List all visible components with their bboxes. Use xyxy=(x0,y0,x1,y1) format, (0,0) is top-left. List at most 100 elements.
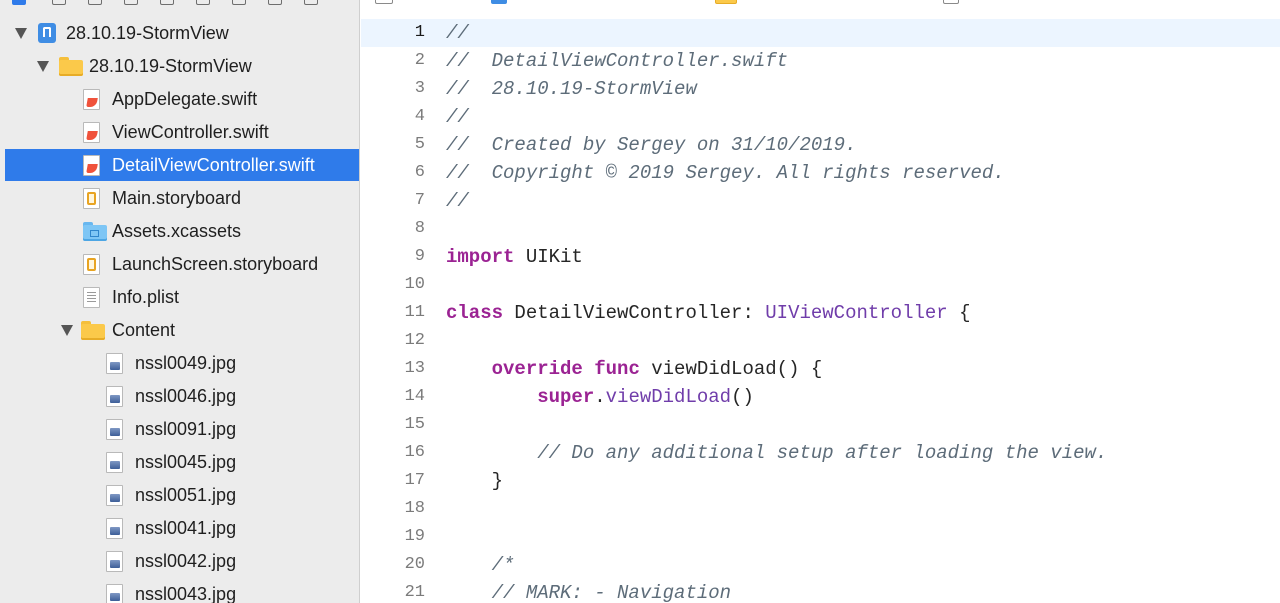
tree-row-image[interactable]: nssl0091.jpg xyxy=(5,413,359,445)
tree-row-label: nssl0042.jpg xyxy=(135,550,237,571)
line-number[interactable]: 7 xyxy=(361,187,425,215)
code-line[interactable]: 2 // DetailViewController.swift xyxy=(361,47,1280,75)
code-line[interactable]: 1 // xyxy=(361,19,1280,47)
line-number[interactable]: 13 xyxy=(361,355,425,383)
line-number[interactable]: 9 xyxy=(361,243,425,271)
tree-row-plist[interactable]: Info.plist xyxy=(5,281,359,313)
line-number[interactable]: 15 xyxy=(361,411,425,439)
line-number[interactable]: 6 xyxy=(361,159,425,187)
line-number[interactable]: 16 xyxy=(361,439,425,467)
code-text[interactable]: // xyxy=(446,187,469,215)
tree-row-label: nssl0043.jpg xyxy=(135,583,237,603)
code-line[interactable]: 18 xyxy=(361,495,1280,523)
disclosure-triangle-icon[interactable] xyxy=(61,325,73,336)
tree-row-storyboard[interactable]: LaunchScreen.storyboard xyxy=(5,248,359,280)
code-text[interactable]: // DetailViewController.swift xyxy=(446,47,788,75)
code-line[interactable]: 11 class DetailViewController: UIViewCont… xyxy=(361,299,1280,327)
code-text[interactable]: /* xyxy=(446,551,515,579)
test-tab-icon[interactable] xyxy=(196,0,210,5)
code-line[interactable]: 20 /* xyxy=(361,551,1280,579)
source-control-tab-icon[interactable] xyxy=(52,0,66,5)
source-editor[interactable]: 1 // 2 // DetailViewController.swift 3 // 28.… xyxy=(361,0,1280,603)
tree-row-image[interactable]: nssl0045.jpg xyxy=(5,446,359,478)
code-text[interactable]: import UIKit xyxy=(446,243,583,271)
tree-row-folder[interactable]: Content xyxy=(5,314,359,346)
code-text[interactable]: // xyxy=(446,19,469,47)
project-navigator-tab-icon[interactable] xyxy=(12,0,26,5)
code-line[interactable]: 9 import UIKit xyxy=(361,243,1280,271)
code-line[interactable]: 4 // xyxy=(361,103,1280,131)
symbol-tab-icon[interactable] xyxy=(88,0,102,5)
line-number[interactable]: 20 xyxy=(361,551,425,579)
code-line[interactable]: 17 } xyxy=(361,467,1280,495)
issue-tab-icon[interactable] xyxy=(160,0,174,5)
line-number[interactable]: 18 xyxy=(361,495,425,523)
code-text[interactable]: class DetailViewController: UIViewContro… xyxy=(446,299,971,327)
code-text[interactable]: } xyxy=(446,467,503,495)
tree-row-image[interactable]: nssl0049.jpg xyxy=(5,347,359,379)
code-token-comment: // DetailViewController.swift xyxy=(446,50,789,72)
tree-row-folder[interactable]: 28.10.19-StormView xyxy=(5,50,359,82)
code-text[interactable]: // MARK: - Navigation xyxy=(446,579,731,603)
line-number[interactable]: 21 xyxy=(361,579,425,603)
tree-row-swift[interactable]: AppDelegate.swift xyxy=(5,83,359,115)
line-number[interactable]: 1 xyxy=(361,19,425,47)
code-text[interactable]: super.viewDidLoad() xyxy=(446,383,754,411)
code-area[interactable]: 1 // 2 // DetailViewController.swift 3 // 28.… xyxy=(361,14,1280,603)
code-text[interactable]: // xyxy=(446,103,469,131)
line-number[interactable]: 14 xyxy=(361,383,425,411)
code-line[interactable]: 7 // xyxy=(361,187,1280,215)
disclosure-triangle-icon[interactable] xyxy=(15,28,27,39)
tree-row-swift[interactable]: DetailViewController.swift xyxy=(5,149,359,181)
report-tab-icon[interactable] xyxy=(304,0,318,5)
code-line[interactable]: 16 // Do any additional setup after load… xyxy=(361,439,1280,467)
project-icon[interactable] xyxy=(491,0,507,4)
line-number[interactable]: 8 xyxy=(361,215,425,243)
code-text[interactable]: override func viewDidLoad() { xyxy=(446,355,823,383)
code-line[interactable]: 14 super.viewDidLoad() xyxy=(361,383,1280,411)
line-number[interactable]: 4 xyxy=(361,103,425,131)
image-file-icon xyxy=(106,551,123,572)
related-items-icon[interactable] xyxy=(375,0,393,4)
code-line[interactable]: 13 override func viewDidLoad() { xyxy=(361,355,1280,383)
tree-row-image[interactable]: nssl0043.jpg xyxy=(5,578,359,603)
line-number[interactable]: 19 xyxy=(361,523,425,551)
code-line[interactable]: 3 // 28.10.19-StormView xyxy=(361,75,1280,103)
code-line[interactable]: 12 xyxy=(361,327,1280,355)
debug-tab-icon[interactable] xyxy=(232,0,246,5)
code-line[interactable]: 5 // Created by Sergey on 31/10/2019. xyxy=(361,131,1280,159)
code-text[interactable]: // Copyright © 2019 Sergey. All rights r… xyxy=(446,159,1005,187)
code-line[interactable]: 8 xyxy=(361,215,1280,243)
disclosure-triangle-icon[interactable] xyxy=(37,61,49,72)
tree-row-image[interactable]: nssl0046.jpg xyxy=(5,380,359,412)
file-icon[interactable] xyxy=(943,0,959,4)
code-text[interactable]: // 28.10.19-StormView xyxy=(446,75,697,103)
code-line[interactable]: 6 // Copyright © 2019 Sergey. All rights … xyxy=(361,159,1280,187)
code-line[interactable]: 10 xyxy=(361,271,1280,299)
code-text[interactable]: // Created by Sergey on 31/10/2019. xyxy=(446,131,856,159)
tree-row-image[interactable]: nssl0051.jpg xyxy=(5,479,359,511)
line-number[interactable]: 12 xyxy=(361,327,425,355)
code-line[interactable]: 21 // MARK: - Navigation xyxy=(361,579,1280,603)
breakpoint-tab-icon[interactable] xyxy=(268,0,282,5)
line-number[interactable]: 2 xyxy=(361,47,425,75)
find-tab-icon[interactable] xyxy=(124,0,138,5)
tree-row-assets[interactable]: Assets.xcassets xyxy=(5,215,359,247)
tree-row-image[interactable]: nssl0042.jpg xyxy=(5,545,359,577)
code-line[interactable]: 15 xyxy=(361,411,1280,439)
code-text[interactable]: // Do any additional setup after loading… xyxy=(446,439,1107,467)
line-number[interactable]: 10 xyxy=(361,271,425,299)
line-number[interactable]: 17 xyxy=(361,467,425,495)
image-file-icon xyxy=(106,419,123,440)
plist-file-icon xyxy=(83,287,100,308)
line-number[interactable]: 11 xyxy=(361,299,425,327)
line-number[interactable]: 5 xyxy=(361,131,425,159)
tree-row-project[interactable]: 28.10.19-StormView xyxy=(5,17,359,49)
line-number[interactable]: 3 xyxy=(361,75,425,103)
tree-row-swift[interactable]: ViewController.swift xyxy=(5,116,359,148)
folder-icon[interactable] xyxy=(715,0,737,4)
tree-row-image[interactable]: nssl0041.jpg xyxy=(5,512,359,544)
tree-row-storyboard[interactable]: Main.storyboard xyxy=(5,182,359,214)
code-line[interactable]: 19 xyxy=(361,523,1280,551)
